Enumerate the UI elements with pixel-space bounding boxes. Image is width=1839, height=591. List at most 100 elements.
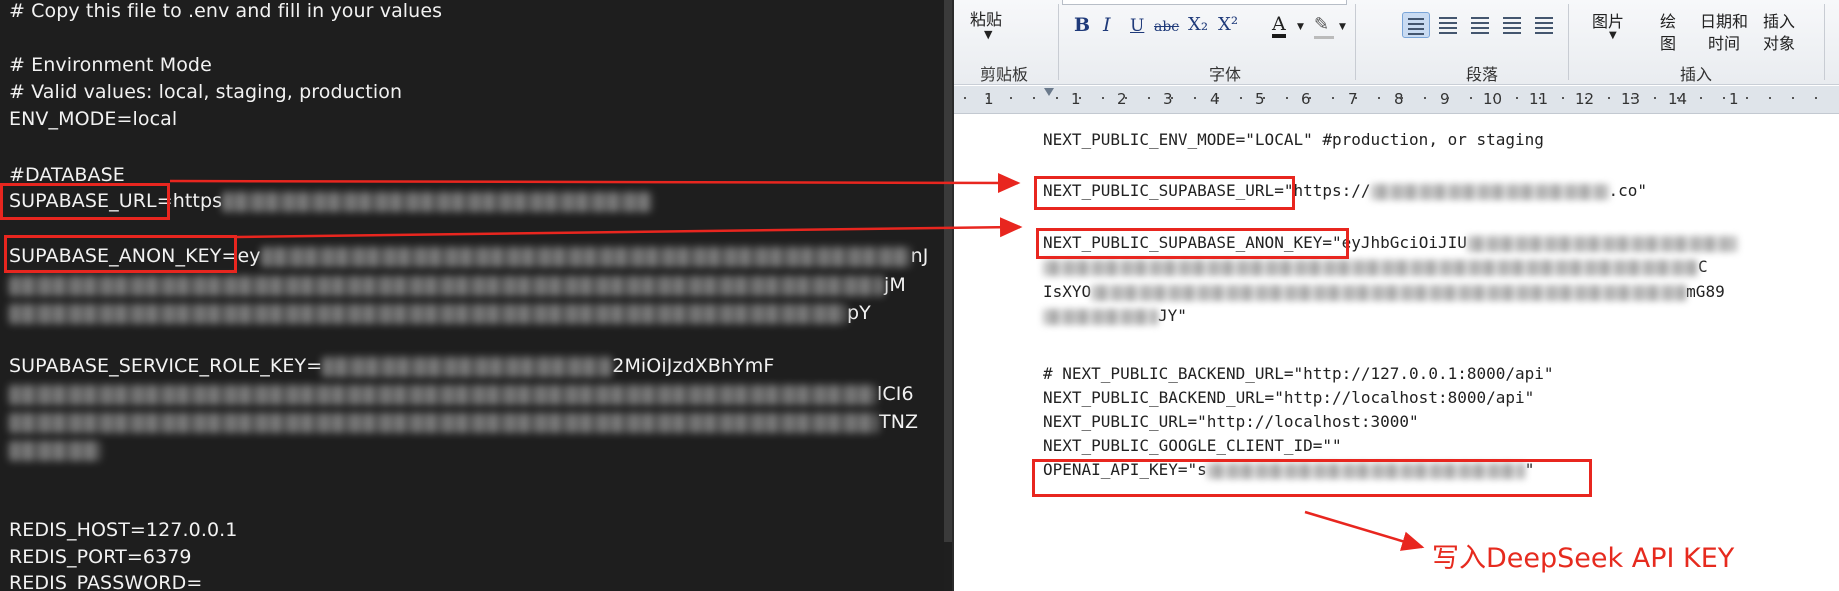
ruler-tick xyxy=(1470,97,1472,99)
ruler-tick xyxy=(1171,97,1173,99)
redacted-value xyxy=(322,356,613,377)
ruler-number: 7 xyxy=(1348,90,1358,108)
ruler-number: 10 xyxy=(1483,90,1503,108)
editor-line-anon-wrap-2: pY xyxy=(9,300,871,326)
editor-line-comment-env-mode: # Environment Mode xyxy=(9,54,212,76)
paragraph-settings-button[interactable] xyxy=(1530,12,1558,38)
redacted-value xyxy=(1466,235,1737,252)
editor-line-service-role-key: SUPABASE_SERVICE_ROLE_KEY= 2MiOiJzdXBhYmF xyxy=(9,353,774,379)
ruler-number: 6 xyxy=(1301,90,1311,108)
value-fragment: lCI6 xyxy=(877,383,914,405)
editor-line-redis-host: REDIS_HOST=127.0.0.1 xyxy=(9,519,238,541)
ruler-tick xyxy=(1125,97,1127,99)
horizontal-ruler[interactable]: 1 1 2 3 4 5 6 7 8 9 10 11 12 13 14 1 xyxy=(954,86,1839,114)
ruler-tick xyxy=(1148,97,1150,99)
doc-line-anon-wrap-1: C xyxy=(1043,256,1708,278)
insert-object-button-top[interactable]: 插入 xyxy=(1763,8,1795,32)
ruler-tick xyxy=(1033,97,1035,99)
doc-line-google-client-id: NEXT_PUBLIC_GOOGLE_CLIENT_ID="" xyxy=(1043,436,1342,455)
value-fragment: JY" xyxy=(1158,306,1187,325)
value-fragment: 2MiOiJzdXBhYmF xyxy=(612,355,775,377)
redacted-value xyxy=(1043,259,1698,276)
draw-button-bottom[interactable]: 图 xyxy=(1660,30,1676,54)
ruler-tick xyxy=(1355,97,1357,99)
font-color-dropdown-icon[interactable]: ▼ xyxy=(1297,22,1304,32)
doc-line-public-url: NEXT_PUBLIC_URL="http://localhost:3000" xyxy=(1043,412,1419,431)
value-fragment: C xyxy=(1698,257,1708,276)
subscript-button[interactable]: X₂ xyxy=(1188,14,1208,35)
ruler-tick xyxy=(1677,97,1679,99)
ruler-tick xyxy=(1286,97,1288,99)
italic-button[interactable]: I xyxy=(1103,14,1111,36)
font-name-box[interactable] xyxy=(1062,0,1347,5)
group-separator xyxy=(1568,4,1569,80)
underline-button[interactable]: U xyxy=(1130,16,1144,36)
ruler-tick xyxy=(1723,97,1725,99)
ruler-number: 1 xyxy=(1071,90,1081,108)
ruler-number: 1 xyxy=(984,90,994,108)
ruler-number: 13 xyxy=(1621,90,1641,108)
paragraph-group-label: 段落 xyxy=(1466,65,1499,84)
paste-button[interactable]: 粘贴 xyxy=(970,6,1002,30)
ruler-tick xyxy=(1378,97,1380,99)
font-color-button[interactable]: A xyxy=(1272,14,1286,38)
editor-line-service-wrap-1: lCI6 xyxy=(9,381,914,407)
justify-button[interactable] xyxy=(1498,12,1526,38)
editor-line-comment-valid-values: # Valid values: local, staging, producti… xyxy=(9,81,403,103)
ruler-number: 14 xyxy=(1668,90,1688,108)
ruler-tick xyxy=(1539,97,1541,99)
ruler-tick xyxy=(1746,97,1748,99)
ruler-tick xyxy=(1079,97,1081,99)
picture-dropdown-icon[interactable]: ▼ xyxy=(1609,30,1617,41)
ribbon-toolbar: 粘贴 ▼ 剪贴板 B I U abc X₂ X² A ▼ ✎ ▼ 字体 段落 图… xyxy=(954,0,1839,85)
datetime-button-top[interactable]: 日期和 xyxy=(1700,8,1748,32)
redacted-value xyxy=(222,191,653,212)
highlight-dropdown-icon[interactable]: ▼ xyxy=(1339,22,1346,32)
datetime-button-bottom[interactable]: 时间 xyxy=(1708,30,1740,54)
highlight-box-supabase-url xyxy=(0,183,170,220)
word-processor-window: 粘贴 ▼ 剪贴板 B I U abc X₂ X² A ▼ ✎ ▼ 字体 段落 图… xyxy=(954,0,1839,591)
ruler-tick xyxy=(1769,97,1771,99)
align-center-button[interactable] xyxy=(1434,12,1462,38)
editor-line-anon-wrap-1: jM xyxy=(9,272,906,298)
paste-dropdown-icon[interactable]: ▼ xyxy=(984,28,992,41)
redacted-value xyxy=(260,246,911,267)
redacted-value xyxy=(9,440,101,461)
editor-line-redis-port: REDIS_PORT=6379 xyxy=(9,546,192,568)
ruler-tick xyxy=(1700,97,1702,99)
insert-object-button-bottom[interactable]: 对象 xyxy=(1763,30,1795,54)
ruler-number: 9 xyxy=(1440,90,1450,108)
ruler-tick xyxy=(987,97,989,99)
editor-line-redis-password: REDIS_PASSWORD= xyxy=(9,572,203,591)
ruler-tick xyxy=(1608,97,1610,99)
clipboard-group-label: 剪贴板 xyxy=(980,65,1029,84)
ruler-number: 11 xyxy=(1529,90,1549,108)
highlighter-icon[interactable]: ✎ xyxy=(1314,14,1329,35)
env-file-editor[interactable]: # Copy this file to .env and fill in you… xyxy=(0,0,944,591)
doc-line-anon-wrap-2: IsXYO mG89 xyxy=(1043,281,1725,303)
value-fragment: .co" xyxy=(1608,181,1648,200)
ruler-tick xyxy=(1010,97,1012,99)
highlight-box-anon-key xyxy=(4,235,237,273)
ruler-tick xyxy=(1217,97,1219,99)
first-line-indent-marker[interactable] xyxy=(1044,88,1054,96)
callout-text: 写入DeepSeek API KEY xyxy=(1432,543,1735,574)
redacted-value xyxy=(9,384,877,405)
doc-line-backend-comment: # NEXT_PUBLIC_BACKEND_URL="http://127.0.… xyxy=(1043,364,1554,383)
ruler-tick xyxy=(1240,97,1242,99)
align-left-button[interactable] xyxy=(1402,12,1430,38)
value-fragment: mG89 xyxy=(1686,282,1725,301)
redacted-value xyxy=(9,412,879,433)
value-fragment: pY xyxy=(847,302,871,324)
picture-button[interactable]: 图片 xyxy=(1592,8,1624,32)
strikethrough-button[interactable]: abc xyxy=(1154,19,1179,35)
editor-line-comment-copy: # Copy this file to .env and fill in you… xyxy=(9,0,443,22)
ruler-tick xyxy=(1792,97,1794,99)
redacted-value xyxy=(1091,284,1687,301)
draw-button-top[interactable]: 绘 xyxy=(1660,8,1676,32)
redacted-value xyxy=(1370,183,1609,200)
align-right-button[interactable] xyxy=(1466,12,1494,38)
ruler-tick xyxy=(1102,97,1104,99)
superscript-button[interactable]: X² xyxy=(1218,14,1238,35)
bold-button[interactable]: B xyxy=(1074,14,1090,36)
